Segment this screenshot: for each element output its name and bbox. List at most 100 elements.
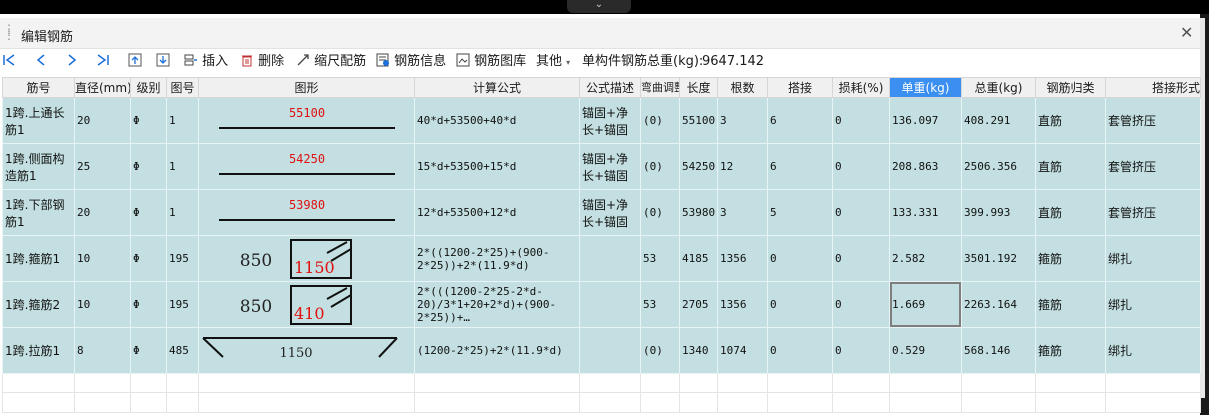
cell-unit-weight[interactable]: 136.097 (889, 97, 962, 144)
cell-unit-weight[interactable]: 208.863 (889, 143, 962, 190)
empty-cell[interactable] (1105, 373, 1201, 393)
cell-formula[interactable]: 2*(((1200-2*25-2*d-20)/3*1+20+2*d)+(900-… (414, 281, 580, 328)
cell-category[interactable]: 直筋 (1035, 189, 1106, 236)
table-row[interactable]: 1跨.侧面构造筋1 25 Φ 1 54250 15*d+53500+15*d 锚固+净长+锚… (2, 143, 1201, 190)
cell-count[interactable]: 1074 (717, 327, 768, 374)
empty-cell[interactable] (74, 373, 131, 393)
cell-grade[interactable]: Φ (130, 189, 167, 236)
table-row[interactable]: 1跨.下部钢筋1 20 Φ 1 53980 12*d+53500+12*d 锚固+净长+锚固… (2, 189, 1201, 236)
cell-category[interactable]: 箍筋 (1035, 235, 1106, 282)
cell-unit-weight[interactable]: 2.582 (889, 235, 962, 282)
col-header-shape[interactable]: 图形 (198, 77, 415, 98)
cell-count[interactable]: 1356 (717, 235, 768, 282)
first-row-icon[interactable] (2, 53, 16, 71)
cell-loss[interactable]: 0 (832, 143, 890, 190)
col-header-diameter[interactable]: 直径(mm) (74, 77, 131, 98)
empty-cell[interactable] (640, 373, 680, 393)
empty-cell[interactable] (679, 373, 718, 393)
cell-grade[interactable]: Φ (130, 281, 167, 328)
prev-row-icon[interactable] (34, 53, 48, 71)
table-row[interactable]: 1跨.箍筋1 10 Φ 195 850 1150 2*((1200-2*25)+(900-2… (2, 235, 1201, 282)
cell-figure-no[interactable]: 1 (166, 97, 199, 144)
empty-cell[interactable] (414, 392, 580, 413)
cell-lap-type[interactable]: 套管挤压 (1105, 143, 1201, 190)
cell-category[interactable]: 直筋 (1035, 97, 1106, 144)
cell-formula[interactable]: 2*((1200-2*25)+(900-2*25))+2*(11.9*d) (414, 235, 580, 282)
other-dropdown[interactable]: 其他 ▾ (536, 53, 570, 71)
cell-count[interactable]: 3 (717, 189, 768, 236)
empty-cell[interactable] (832, 373, 890, 393)
delete-button[interactable]: 删除 (240, 53, 284, 71)
move-down-icon[interactable] (156, 53, 170, 71)
cell-lap[interactable]: 6 (767, 97, 833, 144)
cell-bar-no[interactable]: 1跨.箍筋1 (2, 235, 75, 282)
cell-formula-desc[interactable] (579, 235, 641, 282)
col-header-count[interactable]: 根数 (717, 77, 768, 98)
cell-unit-weight[interactable]: 133.331 (889, 189, 962, 236)
cell-total-weight[interactable]: 2506.356 (961, 143, 1036, 190)
drag-grip-icon[interactable]: ⋮ ⋮ (3, 23, 15, 41)
empty-cell[interactable] (2, 392, 75, 413)
cell-formula-desc[interactable] (579, 281, 641, 328)
cell-shape[interactable]: 53980 (198, 189, 415, 236)
cell-diameter[interactable]: 20 (74, 97, 131, 144)
cell-loss[interactable]: 0 (832, 281, 890, 328)
cell-lap[interactable]: 5 (767, 189, 833, 236)
empty-cell[interactable] (679, 392, 718, 413)
insert-button[interactable]: 插入 (184, 53, 228, 71)
cell-lap-type[interactable]: 绑扎 (1105, 281, 1201, 328)
cell-lap[interactable]: 0 (767, 281, 833, 328)
cell-grade[interactable]: Φ (130, 97, 167, 144)
cell-bend-adjust[interactable]: (0) (640, 143, 680, 190)
empty-cell[interactable] (198, 373, 415, 393)
empty-cell[interactable] (74, 392, 131, 413)
last-row-icon[interactable] (96, 53, 110, 71)
col-header-length[interactable]: 长度 (679, 77, 718, 98)
cell-figure-no[interactable]: 195 (166, 281, 199, 328)
cell-shape[interactable]: 55100 (198, 97, 415, 144)
cell-length[interactable]: 2705 (679, 281, 718, 328)
cell-lap[interactable]: 0 (767, 235, 833, 282)
move-up-icon[interactable] (128, 53, 142, 71)
close-icon[interactable]: ✕ (1180, 23, 1193, 42)
empty-cell[interactable] (767, 392, 833, 413)
cell-lap[interactable]: 0 (767, 327, 833, 374)
cell-bend-adjust[interactable]: (0) (640, 327, 680, 374)
empty-cell[interactable] (198, 392, 415, 413)
empty-cell[interactable] (889, 392, 962, 413)
cell-loss[interactable]: 0 (832, 327, 890, 374)
scale-rebar-button[interactable]: 缩尺配筋 (296, 53, 366, 71)
cell-unit-weight[interactable]: 1.669 (889, 281, 962, 328)
cell-length[interactable]: 53980 (679, 189, 718, 236)
empty-cell[interactable] (166, 373, 199, 393)
empty-cell[interactable] (717, 373, 768, 393)
cell-bar-no[interactable]: 1跨.侧面构造筋1 (2, 143, 75, 190)
cell-formula[interactable]: 12*d+53500+12*d (414, 189, 580, 236)
cell-length[interactable]: 4185 (679, 235, 718, 282)
empty-cell[interactable] (130, 373, 167, 393)
cell-shape[interactable]: 850 1150 (198, 235, 415, 282)
cell-lap-type[interactable]: 绑扎 (1105, 327, 1201, 374)
cell-figure-no[interactable]: 1 (166, 143, 199, 190)
empty-cell[interactable] (1035, 392, 1106, 413)
empty-cell[interactable] (832, 392, 890, 413)
empty-cell[interactable] (640, 392, 680, 413)
cell-count[interactable]: 12 (717, 143, 768, 190)
empty-row[interactable] (2, 373, 1201, 393)
col-header-lap[interactable]: 搭接 (767, 77, 833, 98)
cell-count[interactable]: 3 (717, 97, 768, 144)
cell-shape[interactable]: 1150 (198, 327, 415, 374)
cell-diameter[interactable]: 10 (74, 235, 131, 282)
empty-cell[interactable] (166, 392, 199, 413)
cell-loss[interactable]: 0 (832, 189, 890, 236)
cell-shape[interactable]: 54250 (198, 143, 415, 190)
empty-cell[interactable] (579, 373, 641, 393)
cell-formula-desc[interactable] (579, 327, 641, 374)
cell-diameter[interactable]: 25 (74, 143, 131, 190)
cell-bar-no[interactable]: 1跨.箍筋2 (2, 281, 75, 328)
cell-formula[interactable]: 15*d+53500+15*d (414, 143, 580, 190)
cell-formula-desc[interactable]: 锚固+净长+锚固 (579, 189, 641, 236)
empty-cell[interactable] (767, 373, 833, 393)
cell-lap[interactable]: 6 (767, 143, 833, 190)
cell-grade[interactable]: Φ (130, 235, 167, 282)
